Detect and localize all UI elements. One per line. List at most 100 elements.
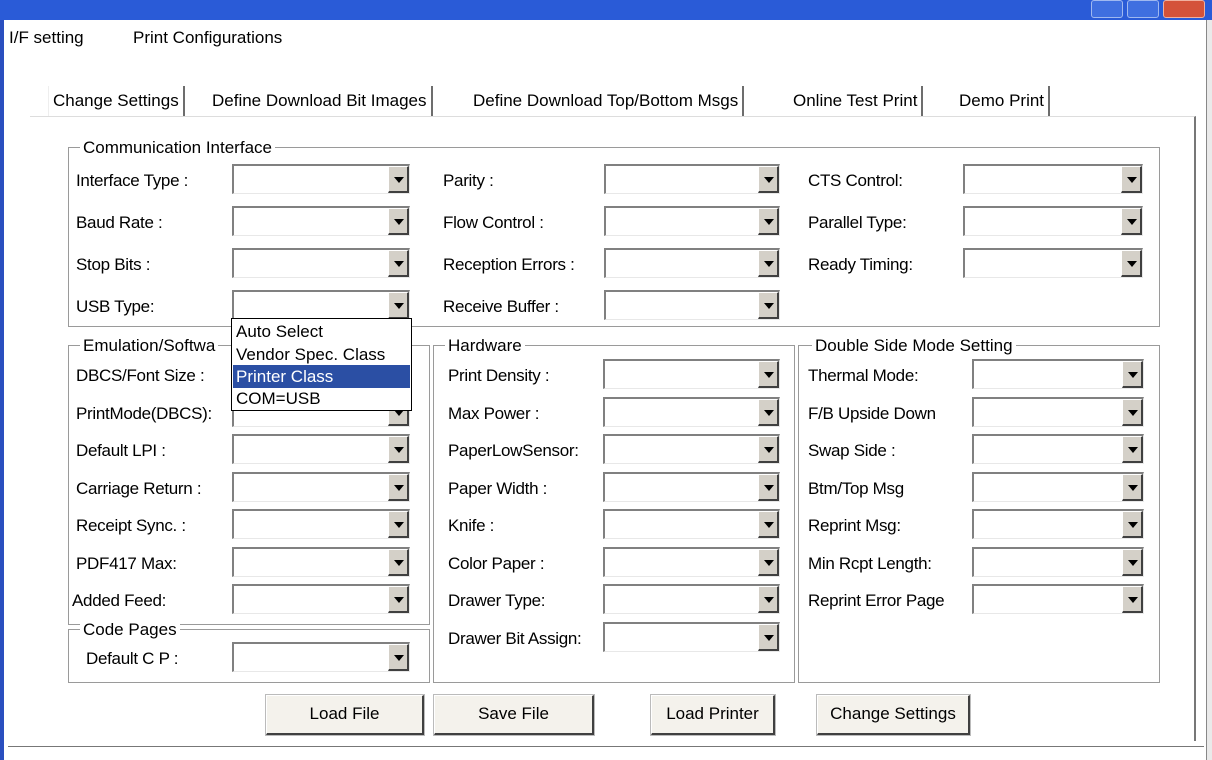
tab-online-test-print[interactable]: Online Test Print <box>789 86 924 116</box>
dropdown-button[interactable] <box>758 586 779 613</box>
usb-type-dropdown-list[interactable]: Auto Select Vendor Spec. Class Printer C… <box>231 318 412 411</box>
usb-type-combo[interactable] <box>232 290 410 320</box>
dropdown-button[interactable] <box>758 398 779 426</box>
dropdown-button[interactable] <box>1122 586 1143 613</box>
drawer-bit-assign-combo[interactable] <box>603 621 780 652</box>
dropdown-button[interactable] <box>1122 436 1143 463</box>
drawer-type-combo[interactable] <box>603 584 780 614</box>
interface-type-combo[interactable] <box>232 164 410 194</box>
cts-control-combo[interactable] <box>963 164 1143 194</box>
hardware-title: Hardware <box>445 336 525 356</box>
stop-bits-combo[interactable] <box>232 248 410 278</box>
dropdown-option-auto-select[interactable]: Auto Select <box>233 320 410 343</box>
thermal-mode-label: Thermal Mode: <box>808 366 919 385</box>
dropdown-button[interactable] <box>758 436 779 463</box>
dropdown-button[interactable] <box>1122 511 1143 538</box>
print-density-combo[interactable] <box>603 359 780 389</box>
dropdown-button[interactable] <box>1121 208 1142 235</box>
dropdown-option-vendor-spec-class[interactable]: Vendor Spec. Class <box>233 343 410 366</box>
swap-side-combo[interactable] <box>972 434 1144 464</box>
minimize-button[interactable] <box>1091 0 1123 18</box>
change-settings-button[interactable]: Change Settings <box>816 694 971 736</box>
reprint-error-page-combo[interactable] <box>972 584 1144 614</box>
btm-top-msg-combo[interactable] <box>972 471 1144 502</box>
close-button[interactable] <box>1163 0 1205 18</box>
load-file-button[interactable]: Load File <box>265 694 425 736</box>
min-rcpt-length-combo[interactable] <box>972 546 1144 577</box>
paperlowsensor-combo[interactable] <box>603 434 780 464</box>
tab-define-download-top-bottom-msgs[interactable]: Define Download Top/Bottom Msgs <box>469 86 745 116</box>
chevron-down-icon <box>1128 597 1138 603</box>
reprint-msg-combo[interactable] <box>972 509 1144 539</box>
parallel-type-combo[interactable] <box>963 206 1143 236</box>
pdf417-max-combo[interactable] <box>232 546 410 577</box>
load-printer-button[interactable]: Load Printer <box>650 694 776 736</box>
reception-errors-combo[interactable] <box>604 248 780 278</box>
dropdown-button[interactable] <box>388 292 409 319</box>
paper-width-label: Paper Width : <box>448 478 548 498</box>
parity-label: Parity : <box>443 171 494 190</box>
flow-control-combo[interactable] <box>604 206 780 236</box>
receive-buffer-combo[interactable] <box>604 290 780 320</box>
parity-combo[interactable] <box>604 164 780 194</box>
menu-if-setting[interactable]: I/F setting <box>9 28 84 48</box>
save-file-button[interactable]: Save File <box>433 694 595 736</box>
dropdown-button[interactable] <box>388 511 409 538</box>
dropdown-button[interactable] <box>758 250 779 277</box>
dropdown-button[interactable] <box>1122 361 1143 388</box>
dropdown-button[interactable] <box>758 548 779 576</box>
dropdown-button[interactable] <box>388 250 409 277</box>
receipt-sync-combo[interactable] <box>232 509 410 539</box>
baud-rate-combo[interactable] <box>232 206 410 236</box>
dropdown-button[interactable] <box>1121 166 1142 193</box>
dropdown-button[interactable] <box>388 436 409 463</box>
dropdown-button[interactable] <box>388 208 409 235</box>
dropdown-option-com-usb[interactable]: COM=USB <box>233 387 410 410</box>
chevron-down-icon <box>764 372 774 378</box>
dropdown-button[interactable] <box>758 473 779 501</box>
tab-demo-print[interactable]: Demo Print <box>955 86 1051 116</box>
ready-timing-combo[interactable] <box>963 248 1143 278</box>
double-side-mode-title: Double Side Mode Setting <box>812 336 1016 356</box>
max-power-combo[interactable] <box>603 396 780 427</box>
chevron-down-icon <box>764 177 774 183</box>
color-paper-label: Color Paper : <box>448 553 545 573</box>
dropdown-button[interactable] <box>758 361 779 388</box>
chevron-down-icon <box>394 219 404 225</box>
thermal-mode-combo[interactable] <box>972 359 1144 389</box>
menu-print-configurations[interactable]: Print Configurations <box>133 28 282 48</box>
dropdown-button[interactable] <box>758 292 779 319</box>
dropdown-button[interactable] <box>1122 473 1143 501</box>
default-lpi-combo[interactable] <box>232 434 410 464</box>
default-cp-combo[interactable] <box>232 642 410 672</box>
dropdown-button[interactable] <box>1122 398 1143 426</box>
dropdown-button[interactable] <box>758 623 779 651</box>
emulation-software-title: Emulation/Softwa <box>80 336 219 356</box>
dropdown-button[interactable] <box>388 473 409 501</box>
reprint-msg-label: Reprint Msg: <box>808 516 901 535</box>
f-b-upside-down-label: F/B Upside Down <box>808 403 936 423</box>
dropdown-button[interactable] <box>758 511 779 538</box>
dropdown-option-printer-class[interactable]: Printer Class <box>233 365 410 388</box>
knife-combo[interactable] <box>603 509 780 539</box>
dropdown-button[interactable] <box>388 166 409 193</box>
window-scrollbar[interactable] <box>1206 20 1212 760</box>
dropdown-button[interactable] <box>758 208 779 235</box>
paper-width-combo[interactable] <box>603 471 780 502</box>
added-feed-combo[interactable] <box>232 584 410 614</box>
tab-define-download-bit-images[interactable]: Define Download Bit Images <box>208 86 433 116</box>
default-lpi-label: Default LPI : <box>76 441 166 460</box>
dropdown-button[interactable] <box>758 166 779 193</box>
chevron-down-icon <box>1128 559 1138 566</box>
dropdown-button[interactable] <box>1121 250 1142 277</box>
carriage-return-combo[interactable] <box>232 471 410 502</box>
dropdown-button[interactable] <box>388 586 409 613</box>
maximize-button[interactable] <box>1127 0 1159 18</box>
dropdown-button[interactable] <box>1122 548 1143 576</box>
dropdown-button[interactable] <box>388 548 409 576</box>
dropdown-button[interactable] <box>388 644 409 671</box>
f-b-upside-down-combo[interactable] <box>972 396 1144 427</box>
chevron-down-icon <box>1127 177 1137 183</box>
color-paper-combo[interactable] <box>603 546 780 577</box>
tab-change-settings[interactable]: Change Settings <box>48 86 185 116</box>
